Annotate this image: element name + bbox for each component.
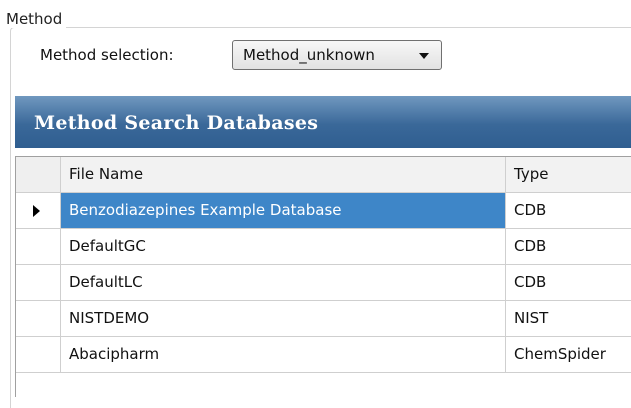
file-name-cell[interactable]: NISTDEMO <box>61 301 506 337</box>
file-name-cell[interactable]: Benzodiazepines Example Database <box>61 193 506 229</box>
row-selector[interactable] <box>16 337 61 373</box>
method-selection-value: Method_unknown <box>243 46 375 64</box>
column-header-file-name[interactable]: File Name <box>61 157 506 193</box>
method-search-databases-header: Method Search Databases <box>15 96 631 148</box>
type-cell[interactable]: CDB <box>506 193 631 229</box>
type-cell[interactable]: NIST <box>506 301 631 337</box>
file-name-cell[interactable]: DefaultGC <box>61 229 506 265</box>
type-cell[interactable]: CDB <box>506 229 631 265</box>
databases-table: File Name Type Benzodiazepines Example D… <box>15 156 631 397</box>
table-row[interactable]: DefaultGC CDB <box>16 229 631 265</box>
row-pointer-icon <box>33 205 40 217</box>
method-selection-dropdown[interactable]: Method_unknown <box>232 40 442 70</box>
type-cell[interactable]: CDB <box>506 265 631 301</box>
table-row[interactable]: Benzodiazepines Example Database CDB <box>16 193 631 229</box>
row-selector[interactable] <box>16 193 61 229</box>
file-name-cell[interactable]: Abacipharm <box>61 337 506 373</box>
table-row[interactable]: Abacipharm ChemSpider <box>16 337 631 373</box>
row-selector[interactable] <box>16 265 61 301</box>
row-header-corner <box>16 157 61 193</box>
method-selection-label: Method selection: <box>40 46 174 64</box>
file-name-cell[interactable]: DefaultLC <box>61 265 506 301</box>
chevron-down-icon <box>419 53 429 59</box>
row-selector[interactable] <box>16 229 61 265</box>
method-group-title: Method <box>4 10 67 28</box>
table-header-row: File Name Type <box>16 157 631 193</box>
column-header-type[interactable]: Type <box>506 157 631 193</box>
table-row[interactable]: DefaultLC CDB <box>16 265 631 301</box>
header-separator <box>15 148 631 156</box>
row-selector[interactable] <box>16 301 61 337</box>
type-cell[interactable]: ChemSpider <box>506 337 631 373</box>
table-row[interactable]: NISTDEMO NIST <box>16 301 631 337</box>
